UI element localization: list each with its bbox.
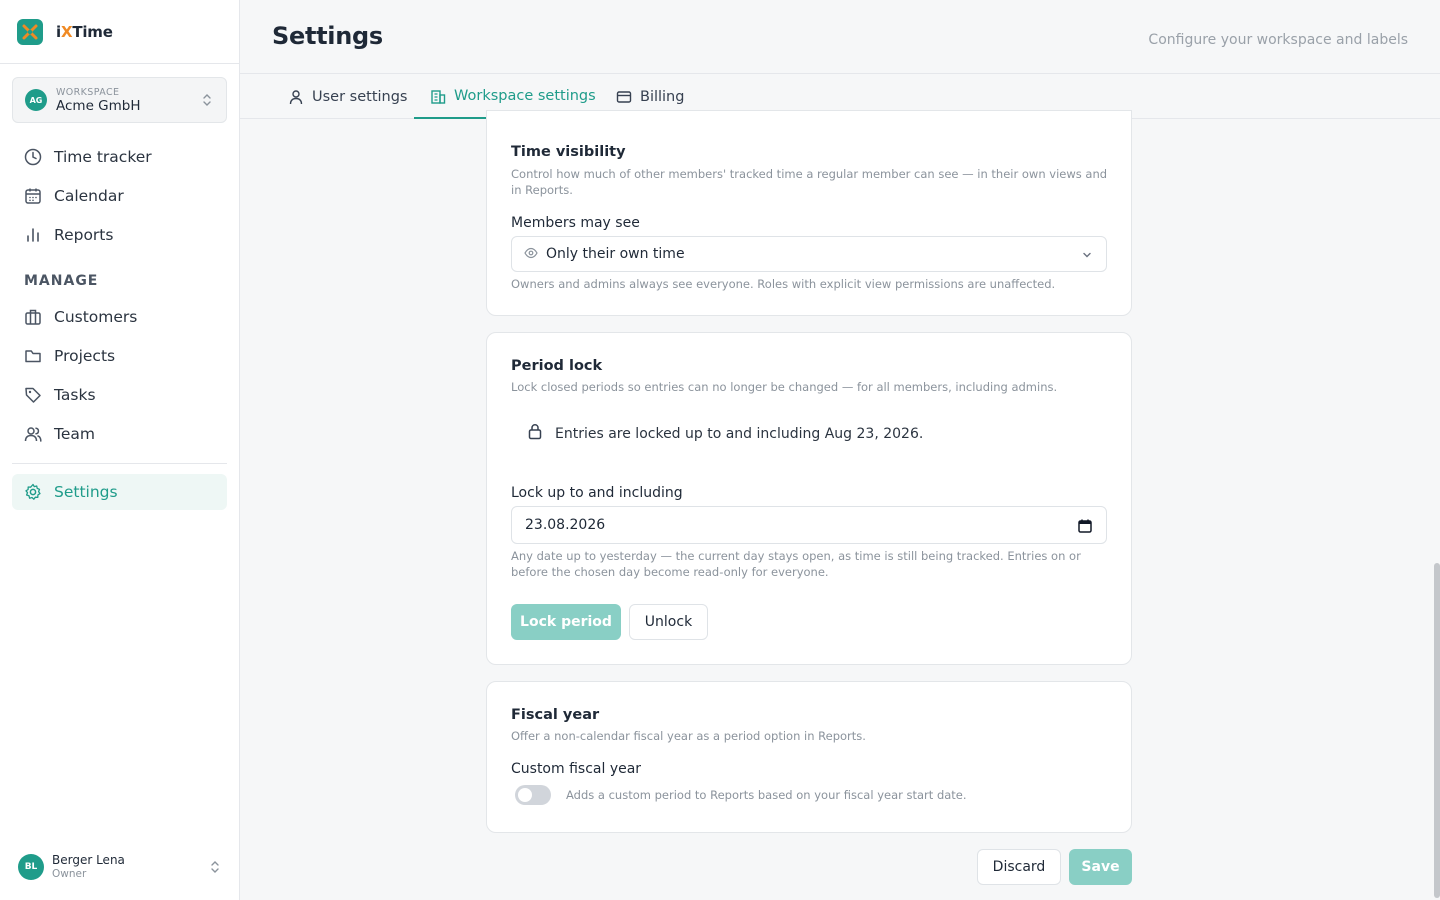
tag-icon <box>24 386 42 404</box>
eye-icon <box>524 245 538 264</box>
page-header: Settings Configure your workspace and la… <box>240 0 1440 74</box>
workspace-label: WORKSPACE <box>56 86 120 98</box>
custom-fiscal-year-toggle[interactable] <box>515 785 551 805</box>
page-subtitle: Configure your workspace and labels <box>1148 32 1408 48</box>
members-may-see-label: Members may see <box>511 215 640 231</box>
lock-icon <box>527 423 543 444</box>
members-visibility-select[interactable]: Only their own time <box>511 236 1107 272</box>
custom-fiscal-year-hint: Adds a custom period to Reports based on… <box>566 788 967 802</box>
sidebar: iXTime AG WORKSPACE Acme GmbH Time track… <box>0 0 240 900</box>
calendar-picker-icon[interactable] <box>1078 518 1092 537</box>
clock-icon <box>24 148 42 166</box>
sidebar-item-label: Time tracker <box>54 148 152 166</box>
workspace-name: Acme GmbH <box>56 97 141 114</box>
period-lock-title: Period lock <box>511 358 603 374</box>
sidebar-item-tasks[interactable]: Tasks <box>12 377 227 413</box>
bar-chart-icon <box>24 226 42 244</box>
tab-label: Billing <box>640 88 685 105</box>
sidebar-item-customers[interactable]: Customers <box>12 299 227 335</box>
tab-user-settings[interactable]: User settings <box>288 74 407 119</box>
lock-date-input[interactable]: 23.08.2026 <box>511 506 1107 544</box>
app-name: iXTime <box>56 22 113 41</box>
lock-period-button[interactable]: Lock period <box>511 604 621 640</box>
sidebar-item-label: Settings <box>54 483 118 501</box>
sidebar-item-team[interactable]: Team <box>12 416 227 452</box>
user-icon <box>288 89 304 105</box>
building-icon <box>430 88 446 104</box>
sidebar-item-reports[interactable]: Reports <box>12 217 227 253</box>
user-menu[interactable]: BL Berger Lena Owner <box>18 850 228 884</box>
sidebar-item-label: Projects <box>54 347 116 365</box>
fiscal-year-description: Offer a non-calendar fiscal year as a pe… <box>511 729 866 743</box>
users-icon <box>24 425 42 443</box>
chevron-up-down-icon <box>208 859 222 879</box>
user-role: Owner <box>52 868 87 880</box>
sidebar-item-time-tracker[interactable]: Time tracker <box>12 139 227 175</box>
time-visibility-hint: Owners and admins always see everyone. R… <box>511 277 1056 291</box>
tab-label: User settings <box>312 88 408 105</box>
unlock-button[interactable]: Unlock <box>629 604 708 640</box>
sidebar-item-settings[interactable]: Settings <box>12 474 227 510</box>
scrollbar[interactable] <box>1434 563 1440 898</box>
brand[interactable]: iXTime <box>0 0 239 64</box>
time-visibility-description: Control how much of other members' track… <box>511 167 1108 197</box>
period-lock-description: Lock closed periods so entries can no lo… <box>511 380 1058 394</box>
fiscal-year-card: Fiscal year Offer a non-calendar fiscal … <box>486 681 1132 833</box>
sidebar-item-label: Customers <box>54 308 138 326</box>
credit-card-icon <box>616 89 632 105</box>
sidebar-item-label: Calendar <box>54 187 124 205</box>
select-value: Only their own time <box>546 246 685 262</box>
fiscal-year-title: Fiscal year <box>511 707 600 723</box>
sidebar-item-label: Tasks <box>54 386 96 404</box>
avatar: BL <box>18 854 44 880</box>
lock-date-value: 23.08.2026 <box>525 517 606 533</box>
briefcase-icon <box>24 308 42 326</box>
x-logo-icon <box>17 18 43 45</box>
lock-status-text: Entries are locked up to and including A… <box>555 425 924 442</box>
time-visibility-title: Time visibility <box>511 144 626 160</box>
section-label-manage: MANAGE <box>24 273 99 289</box>
calendar-icon <box>24 187 42 205</box>
sidebar-item-label: Team <box>54 425 95 443</box>
lock-date-label: Lock up to and including <box>511 485 683 501</box>
sidebar-item-projects[interactable]: Projects <box>12 338 227 374</box>
lock-date-hint: Any date up to yesterday — the current d… <box>511 549 1081 579</box>
tab-label: Workspace settings <box>454 87 596 104</box>
folder-icon <box>24 347 42 365</box>
user-name: Berger Lena <box>52 853 125 867</box>
chevron-down-icon <box>1080 247 1094 266</box>
chevron-up-down-icon <box>200 92 214 112</box>
toggle-knob <box>518 788 532 802</box>
gear-icon <box>24 483 42 501</box>
sidebar-item-calendar[interactable]: Calendar <box>12 178 227 214</box>
page-title: Settings <box>272 22 383 50</box>
sidebar-divider <box>12 463 227 464</box>
period-lock-card: Period lock Lock closed periods so entri… <box>486 332 1132 665</box>
discard-button[interactable]: Discard <box>977 849 1061 885</box>
sidebar-item-label: Reports <box>54 226 114 244</box>
lock-status: Entries are locked up to and including A… <box>527 423 923 444</box>
workspace-switcher[interactable]: AG WORKSPACE Acme GmbH <box>12 77 227 123</box>
time-visibility-card: Time visibility Control how much of othe… <box>486 110 1132 316</box>
custom-fiscal-year-label: Custom fiscal year <box>511 761 642 777</box>
workspace-avatar: AG <box>25 89 47 111</box>
save-button[interactable]: Save <box>1069 849 1132 885</box>
